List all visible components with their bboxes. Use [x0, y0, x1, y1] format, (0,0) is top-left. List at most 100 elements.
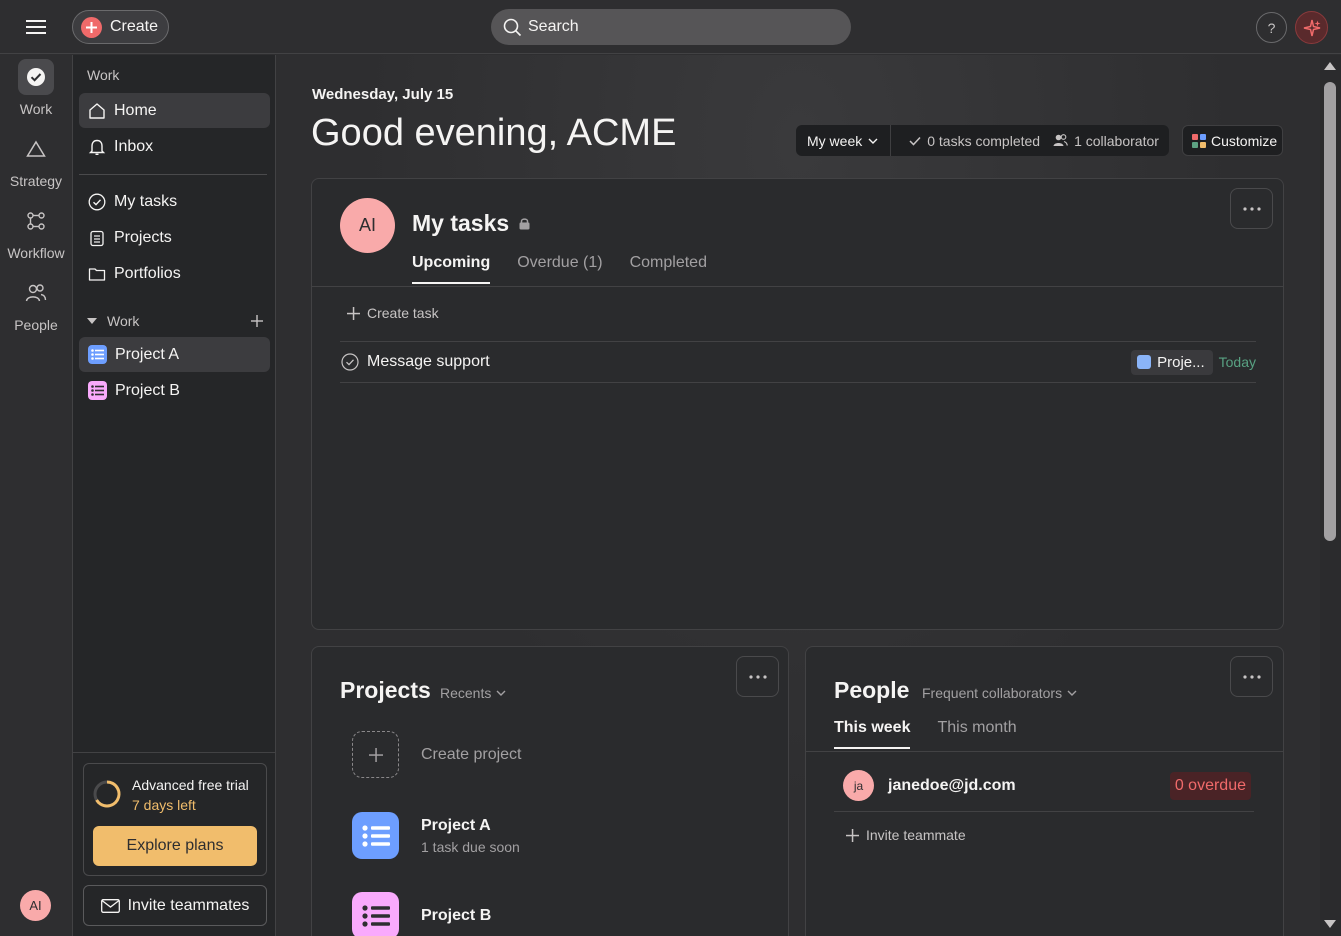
- search-icon: [503, 18, 522, 37]
- avatar[interactable]: AI: [340, 198, 395, 253]
- people-widget: People Frequent collaborators This week …: [805, 646, 1284, 936]
- list-icon: [88, 381, 107, 400]
- my-tasks-tabs: Upcoming Overdue (1) Completed: [412, 254, 734, 284]
- scroll-thumb[interactable]: [1324, 82, 1336, 541]
- sidebar-item-my-tasks[interactable]: My tasks: [79, 184, 270, 219]
- person-row[interactable]: ja janedoe@jd.com 0 overdue: [834, 760, 1254, 812]
- add-icon[interactable]: [251, 315, 263, 327]
- rail-label-strategy: Strategy: [9, 173, 63, 189]
- people-tabs: This week This month: [834, 719, 1044, 749]
- customize-label: Customize: [1211, 132, 1278, 149]
- sidebar-item-label: Project B: [115, 381, 180, 399]
- sidebar-item-label: Inbox: [114, 137, 154, 155]
- rail-label-workflow: Workflow: [7, 245, 65, 261]
- divider: [79, 174, 267, 175]
- create-button[interactable]: Create: [72, 10, 169, 44]
- sidebar-item-portfolios[interactable]: Portfolios: [79, 256, 270, 291]
- sidebar-item-label: My tasks: [114, 192, 178, 210]
- filter-label: Recents: [440, 685, 492, 701]
- bell-icon: [88, 138, 106, 156]
- customize-button[interactable]: Customize: [1182, 125, 1283, 156]
- invite-teammate-label: Invite teammate: [866, 827, 966, 843]
- invite-label: Invite teammates: [127, 896, 250, 914]
- create-project-button[interactable]: Create project: [352, 731, 522, 778]
- sidebar-item-project-a[interactable]: Project A: [79, 337, 270, 372]
- sidebar-section-work[interactable]: Work: [87, 313, 263, 329]
- check-circle-icon: [18, 59, 54, 95]
- project-chip[interactable]: Proje...: [1131, 349, 1213, 375]
- task-checkbox-icon[interactable]: [341, 353, 359, 371]
- avatar[interactable]: AI: [20, 890, 51, 921]
- menu-icon[interactable]: [20, 12, 52, 42]
- trial-banner: Advanced free trial 7 days left Explore …: [83, 763, 267, 876]
- more-options-button[interactable]: [1230, 188, 1273, 229]
- chevron-down-icon: [496, 690, 506, 696]
- project-subtitle: 1 task due soon: [421, 838, 520, 855]
- folder-icon: [88, 265, 106, 283]
- people-icon: [1053, 134, 1068, 147]
- project-color-icon: [1137, 355, 1152, 369]
- more-horizontal-icon: [748, 674, 767, 679]
- scrollbar[interactable]: [1320, 55, 1341, 936]
- rail-label-people: People: [14, 317, 58, 333]
- my-tasks-title[interactable]: My tasks: [412, 210, 530, 237]
- check-icon: [909, 136, 921, 146]
- sidebar-item-projects[interactable]: Projects: [79, 220, 270, 255]
- search-placeholder: Search: [528, 18, 579, 35]
- tab-overdue[interactable]: Overdue (1): [517, 254, 602, 284]
- rail-item-strategy[interactable]: Strategy: [0, 131, 72, 189]
- sidebar-item-project-b[interactable]: Project B: [79, 373, 270, 408]
- week-label: My week: [807, 132, 863, 149]
- tab-this-month[interactable]: This month: [937, 719, 1016, 749]
- week-dropdown[interactable]: My week: [796, 125, 892, 156]
- more-horizontal-icon: [1242, 674, 1261, 679]
- ai-assistant-button[interactable]: [1295, 11, 1328, 44]
- list-icon: [352, 812, 399, 859]
- workflow-icon: [18, 203, 54, 239]
- project-row-b[interactable]: Project B: [352, 892, 491, 936]
- widget-title: People: [834, 677, 910, 703]
- left-rail: Work Strategy Workflow People AI: [0, 55, 72, 936]
- person-email: janedoe@jd.com: [888, 776, 1016, 794]
- arrow-down-icon[interactable]: [1324, 920, 1336, 929]
- sidebar-item-inbox[interactable]: Inbox: [79, 129, 270, 164]
- rail-item-people[interactable]: People: [0, 275, 72, 333]
- collaborators-label: 1 collaborator: [1074, 132, 1159, 149]
- collaborators-dropdown[interactable]: Frequent collaborators: [922, 685, 1077, 701]
- section-label: Work: [107, 313, 140, 329]
- arrow-up-icon[interactable]: [1324, 61, 1336, 70]
- explore-plans-button[interactable]: Explore plans: [93, 826, 257, 866]
- more-options-button[interactable]: [736, 656, 779, 697]
- progress-ring-icon: [92, 779, 122, 809]
- tab-upcoming[interactable]: Upcoming: [412, 254, 491, 284]
- due-date[interactable]: Today: [1219, 354, 1256, 370]
- plus-icon: [352, 731, 399, 778]
- trial-title: Advanced free trial: [132, 777, 249, 793]
- more-options-button[interactable]: [1230, 656, 1273, 697]
- tab-completed[interactable]: Completed: [630, 254, 707, 284]
- search-input[interactable]: Search: [491, 9, 851, 45]
- rail-item-work[interactable]: Work: [0, 59, 72, 117]
- help-button[interactable]: ?: [1256, 12, 1287, 43]
- rail-item-workflow[interactable]: Workflow: [0, 203, 72, 261]
- task-name[interactable]: Message support: [367, 353, 490, 371]
- recents-dropdown[interactable]: Recents: [440, 685, 506, 701]
- page-title: Good evening, ACME: [311, 112, 677, 154]
- people-icon: [18, 275, 54, 311]
- sidebar-item-label: Project A: [115, 345, 180, 363]
- project-chip-label: Proje...: [1157, 353, 1205, 371]
- list-icon: [88, 345, 107, 364]
- project-row-a[interactable]: Project A 1 task due soon: [352, 812, 520, 859]
- divider: [806, 751, 1283, 752]
- grid-icon: [1192, 133, 1206, 148]
- completed-label: 0 tasks completed: [927, 132, 1041, 149]
- task-row[interactable]: Message support Proje... Today: [340, 341, 1256, 383]
- tab-this-week[interactable]: This week: [834, 719, 911, 749]
- invite-teammates-button[interactable]: Invite teammates: [83, 885, 267, 926]
- mail-icon: [100, 898, 120, 913]
- create-task-button[interactable]: Create task: [347, 305, 439, 321]
- project-name: Project B: [421, 906, 492, 924]
- plus-icon: [846, 828, 859, 842]
- sidebar-item-home[interactable]: Home: [79, 93, 270, 128]
- invite-teammate-button[interactable]: Invite teammate: [846, 827, 966, 843]
